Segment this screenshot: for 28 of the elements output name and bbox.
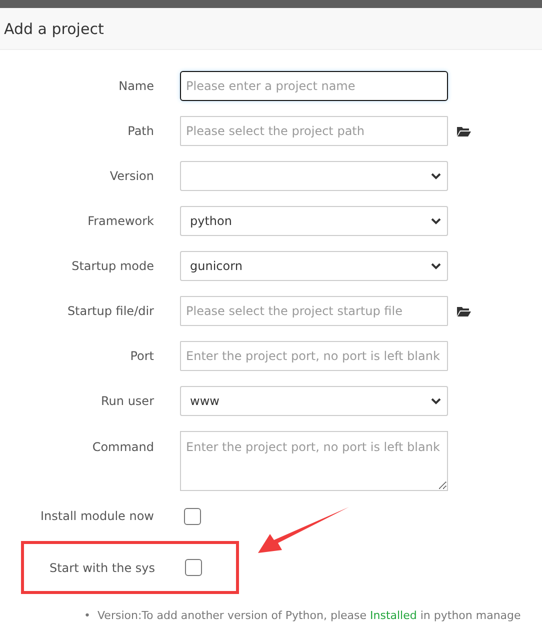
dialog-title: Add a project xyxy=(4,20,104,38)
bullet: • xyxy=(84,608,90,624)
text-field[interactable]: Please enter a project name xyxy=(180,71,448,101)
select-field[interactable]: www xyxy=(180,386,448,416)
field-label: Name xyxy=(118,79,155,93)
field-label: Port xyxy=(129,349,155,363)
note-text: Version:To add another version of Python, please Installed in python manage xyxy=(98,608,521,624)
field-label: Run user xyxy=(100,394,155,408)
select-field[interactable] xyxy=(180,161,448,191)
folder-icon[interactable] xyxy=(457,126,471,136)
chevron-down-icon xyxy=(431,262,441,270)
field-label: Install module now xyxy=(40,509,155,523)
field-label: Command xyxy=(91,440,155,454)
select-field[interactable]: python xyxy=(180,206,448,236)
field-label: Version xyxy=(108,169,155,183)
folder-icon[interactable] xyxy=(457,306,471,316)
chevron-down-icon xyxy=(431,218,441,224)
field-label: Path xyxy=(126,124,155,138)
field-label: Startup mode xyxy=(70,259,155,273)
chevron-down-icon xyxy=(431,398,441,404)
text-area[interactable]: Enter the project port, no port is left blank xyxy=(180,431,448,491)
chevron-down-icon xyxy=(431,172,441,180)
checkbox[interactable] xyxy=(184,508,201,524)
select-field[interactable]: gunicorn xyxy=(180,251,448,281)
field-label: Startup file/dir xyxy=(66,304,155,318)
checkbox[interactable] xyxy=(185,559,202,576)
field-label: Start with the sys xyxy=(48,560,156,574)
field-label: Framework xyxy=(86,214,155,228)
